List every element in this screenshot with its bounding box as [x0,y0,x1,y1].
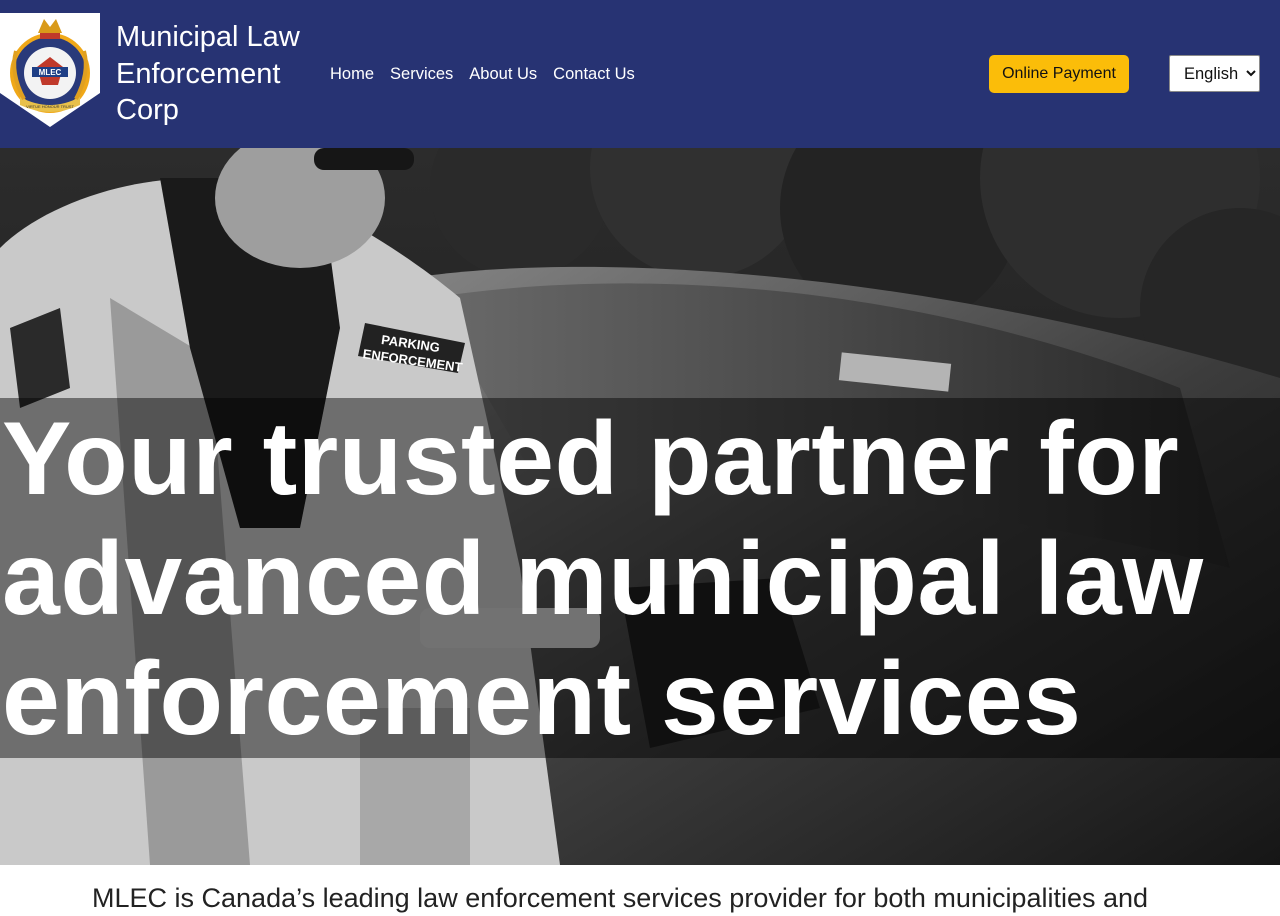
nav-contact-us[interactable]: Contact Us [553,64,635,84]
language-select[interactable]: English [1169,55,1260,92]
hero-section: PARKING ENFORCEMENT Your trusted partner… [0,148,1280,865]
online-payment-button[interactable]: Online Payment [989,55,1129,93]
site-header: MLEC VIRTUE HONOUR TRUST Municipal Law E… [0,0,1280,148]
nav-about-us[interactable]: About Us [469,64,537,84]
nav-home[interactable]: Home [330,64,374,84]
mlec-crest-logo[interactable]: MLEC VIRTUE HONOUR TRUST [0,13,100,127]
brand-name[interactable]: Municipal Law Enforcement Corp [116,19,316,129]
svg-text:MLEC: MLEC [39,68,62,77]
intro-text: MLEC is Canada’s leading law enforcement… [92,883,1149,913]
main-nav: Home Services About Us Contact Us [330,64,635,84]
svg-text:VIRTUE HONOUR TRUST: VIRTUE HONOUR TRUST [26,104,74,109]
hero-headline: Your trusted partner for advanced munici… [2,401,1204,757]
nav-services[interactable]: Services [390,64,453,84]
